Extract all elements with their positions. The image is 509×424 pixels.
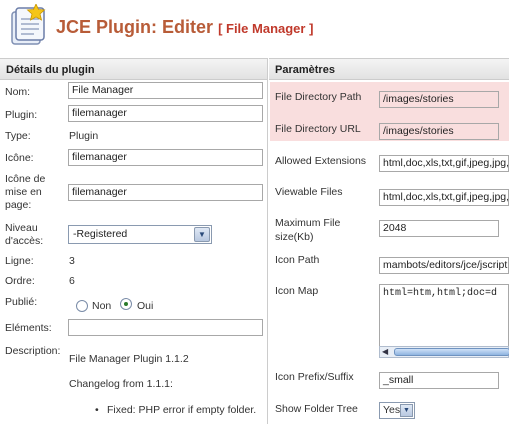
show-tree-label: Show Folder Tree — [275, 403, 358, 415]
dir-url-label: File Directory URL — [275, 123, 361, 135]
elements-label: Eléments: — [5, 322, 52, 334]
icon-map-label: Icon Map — [275, 285, 319, 297]
published-no-label: Non — [92, 300, 112, 312]
dir-path-label: File Directory Path — [275, 91, 362, 103]
type-value: Plugin — [69, 130, 99, 142]
parameters-panel: Paramètres File Directory Path /images/s… — [269, 58, 509, 424]
plugin-label: Plugin: — [5, 109, 38, 121]
order-label: Ordre: — [5, 275, 35, 287]
description-line-1: File Manager Plugin 1.1.2 — [69, 353, 189, 365]
line-label: Ligne: — [5, 255, 34, 267]
access-level-value: -Registered — [73, 228, 128, 240]
icon-input[interactable]: filemanager — [68, 149, 263, 166]
show-tree-select[interactable]: Yes ▼ — [379, 402, 415, 419]
icon-label: Icône: — [5, 152, 34, 164]
icon-path-label: Icon Path — [275, 254, 320, 266]
published-yes-label: Oui — [137, 300, 154, 312]
plugin-logo-icon — [11, 4, 46, 45]
title-bracket: [ File Manager ] — [218, 21, 314, 36]
icon-prefix-input[interactable]: _small — [379, 372, 499, 389]
name-input[interactable]: File Manager — [68, 82, 263, 99]
layout-icon-label-1: Icône de — [5, 173, 46, 185]
published-yes-radio[interactable] — [120, 298, 132, 310]
max-size-label-2: size(Kb) — [275, 231, 314, 243]
access-level-select[interactable]: -Registered ▼ — [68, 225, 212, 244]
icon-map-textarea[interactable]: html=htm,html;doc=d — [379, 284, 509, 352]
title-action: Editer — [162, 17, 214, 37]
line-value: 3 — [69, 255, 75, 267]
page-title: JCE Plugin: Editer [ File Manager ] — [56, 17, 313, 38]
allowed-ext-input[interactable]: html,doc,xls,txt,gif,jpeg,jpg,p — [379, 155, 509, 172]
icon-prefix-label: Icon Prefix/Suffix — [275, 371, 354, 383]
name-label: Nom: — [5, 86, 31, 98]
parameters-heading: Paramètres — [269, 58, 509, 80]
chevron-down-icon[interactable]: ▼ — [194, 227, 210, 242]
layout-icon-label-3: page: — [5, 199, 32, 211]
plugin-input[interactable]: filemanager — [68, 105, 263, 122]
dir-path-input[interactable]: /images/stories — [379, 91, 499, 108]
chevron-down-icon[interactable]: ▼ — [400, 404, 413, 417]
description-line-2: Changelog from 1.1.1: — [69, 378, 173, 390]
access-label-1: Niveau — [5, 222, 38, 234]
elements-input[interactable] — [68, 319, 263, 336]
published-label: Publié: — [5, 296, 38, 308]
show-tree-value: Yes — [383, 404, 401, 416]
icon-map-scrollbar[interactable]: ◀ — [379, 346, 509, 358]
max-size-input[interactable]: 2048 — [379, 220, 499, 237]
description-bullet-dot: • — [95, 404, 99, 416]
scroll-left-icon[interactable]: ◀ — [382, 347, 388, 356]
dir-url-input[interactable]: /images/stories — [379, 123, 499, 140]
description-bullet: Fixed: PHP error if empty folder. — [107, 404, 257, 416]
max-size-label-1: Maximum File — [275, 217, 341, 229]
plugin-details-heading: Détails du plugin — [0, 58, 267, 80]
order-value: 6 — [69, 275, 75, 287]
type-label: Type: — [5, 130, 31, 142]
layout-icon-label-2: mise en — [5, 186, 42, 198]
published-no-radio[interactable] — [76, 300, 88, 312]
viewable-input[interactable]: html,doc,xls,txt,gif,jpeg,jpg,p — [379, 189, 509, 206]
allowed-ext-label: Allowed Extensions — [275, 155, 367, 167]
plugin-details-panel: Détails du plugin Nom: File Manager Plug… — [0, 58, 268, 424]
icon-path-input[interactable]: mambots/editors/jce/jscript — [379, 257, 509, 274]
description-label: Description: — [5, 345, 61, 357]
viewable-label: Viewable Files — [275, 186, 343, 198]
layout-icon-input[interactable]: filemanager — [68, 184, 263, 201]
access-label-2: d'accès: — [5, 235, 44, 247]
title-main: JCE Plugin: — [56, 17, 158, 37]
page-header: JCE Plugin: Editer [ File Manager ] — [0, 0, 509, 56]
scrollbar-thumb[interactable] — [394, 348, 509, 356]
